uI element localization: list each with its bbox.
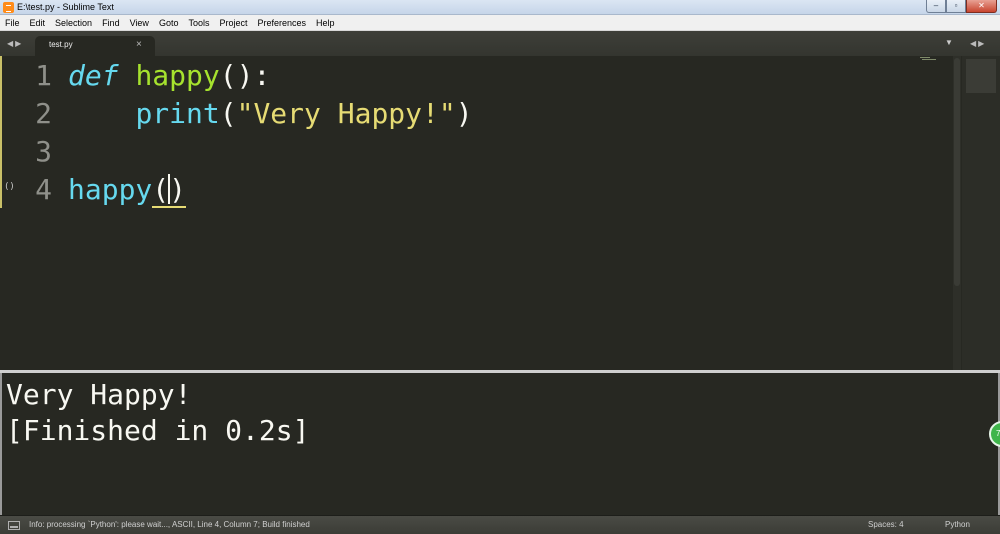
tab-label: test.py (49, 40, 73, 49)
tab-bar: ◀▶ test.py × ▼ ◀▶ (0, 31, 1000, 56)
vertical-scrollbar[interactable] (953, 56, 961, 370)
minimap[interactable] (962, 56, 1000, 370)
floating-badge[interactable]: 77 (989, 421, 1000, 447)
status-message: Info: processing `Python': please wait..… (29, 520, 310, 529)
tab-scroll-right-icon[interactable]: ◀▶ (970, 39, 986, 48)
code-token: def (68, 59, 119, 92)
output-line: Very Happy! (6, 378, 192, 411)
tab-scroll-left-icon[interactable]: ◀▶ (7, 39, 23, 48)
code-token: "Very Happy!" (236, 97, 456, 130)
code-line-4[interactable]: happy() (68, 171, 187, 209)
menu-tools[interactable]: Tools (183, 15, 214, 31)
code-token: happy (135, 59, 220, 92)
scrollbar-thumb[interactable] (954, 58, 960, 286)
maximize-button[interactable]: ▫ (946, 0, 966, 13)
panel-toggle-icon[interactable] (8, 521, 20, 530)
menu-view[interactable]: View (125, 15, 154, 31)
minimap-viewport[interactable] (966, 59, 996, 93)
menu-edit[interactable]: Edit (25, 15, 51, 31)
line-number: 1 (35, 59, 52, 92)
code-token: print (135, 97, 220, 130)
close-icon[interactable]: × (136, 39, 142, 50)
indentation-setting[interactable]: Spaces: 4 (868, 520, 904, 529)
status-bar: Info: processing `Python': please wait..… (0, 515, 1000, 534)
menu-preferences[interactable]: Preferences (252, 15, 311, 31)
code-token: happy (68, 173, 153, 206)
minimize-button[interactable]: – (926, 0, 946, 13)
syntax-selector[interactable]: Python (945, 520, 970, 529)
bracket-marker-icon: () (4, 182, 15, 192)
menu-goto[interactable]: Goto (154, 15, 184, 31)
code-line-1[interactable]: def happy(): (68, 57, 270, 95)
menu-file[interactable]: File (0, 15, 25, 31)
minimap-content (918, 56, 938, 64)
code-token: ) (169, 173, 187, 208)
line-number: 2 (35, 97, 52, 130)
menu-help[interactable]: Help (311, 15, 340, 31)
title-bar: E:\test.py - Sublime Text – ▫ ✕ (0, 0, 1000, 15)
window-title: E:\test.py - Sublime Text (17, 2, 114, 12)
line-number-gutter: 1 2 3 4 () (0, 56, 66, 370)
code-line-2[interactable]: print("Very Happy!") (68, 95, 473, 133)
tab-test-py[interactable]: test.py × (35, 36, 155, 56)
build-output-panel: Very Happy! [Finished in 0.2s] 77 (0, 373, 1000, 515)
code-token: ( (219, 97, 237, 130)
menu-selection[interactable]: Selection (50, 15, 97, 31)
code-token: ) (455, 97, 473, 130)
menu-project[interactable]: Project (214, 15, 252, 31)
output-line: [Finished in 0.2s] (6, 414, 310, 447)
menu-bar: File Edit Selection Find View Goto Tools… (0, 15, 1000, 31)
sublime-logo-icon (3, 2, 14, 13)
code-editor[interactable]: 1 2 3 4 () def happy(): print("Very Happ… (0, 56, 1000, 370)
tab-list-dropdown-icon[interactable]: ▼ (945, 38, 953, 47)
close-window-button[interactable]: ✕ (966, 0, 997, 13)
menu-find[interactable]: Find (97, 15, 125, 31)
code-token: ( (152, 173, 170, 208)
code-token: (): (219, 59, 271, 92)
line-number: 3 (35, 135, 52, 168)
